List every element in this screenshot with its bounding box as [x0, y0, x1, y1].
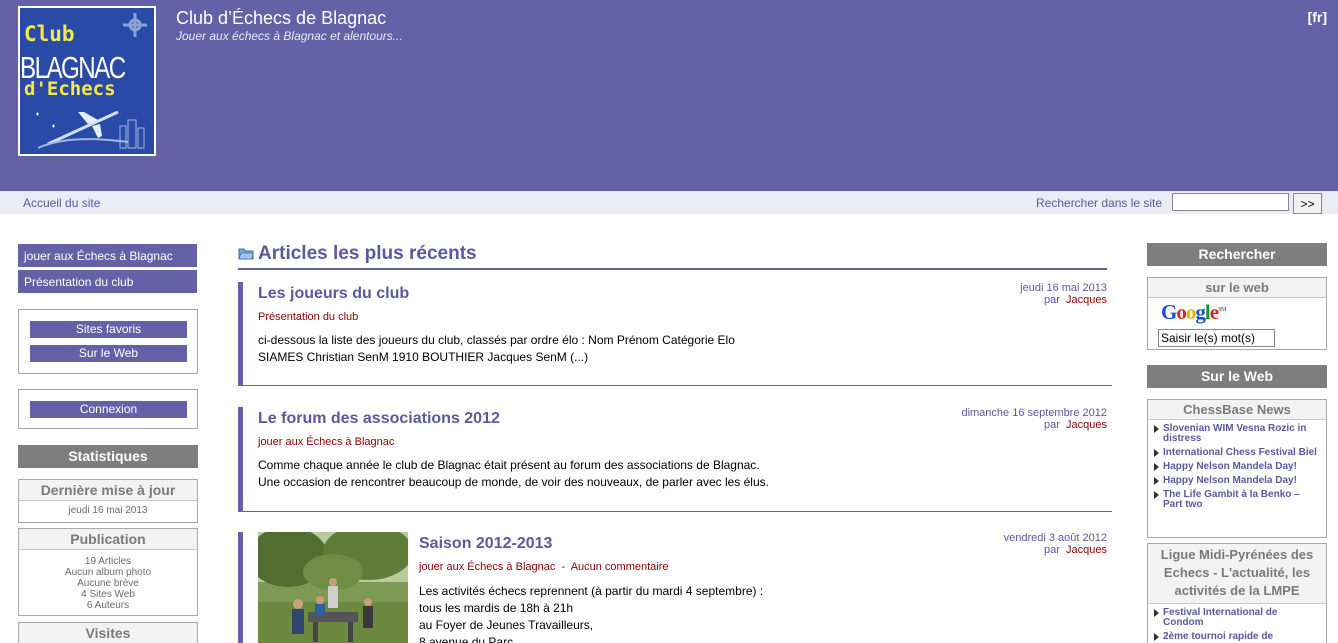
menu-item-jouer[interactable]: jouer aux Échecs à Blagnac [18, 244, 197, 267]
publication-box: Publication 19 Articles Aucun album phot… [18, 528, 198, 616]
site-title[interactable]: Club d’Échecs de Blagnac [176, 8, 386, 29]
club-logo[interactable]: Club BLAGNAC d'Echecs [18, 6, 156, 156]
lmpe-heading[interactable]: Ligue Midi-Pyrénées des Echecs - L'actua… [1148, 544, 1326, 604]
chessbase-heading[interactable]: ChessBase News [1148, 400, 1326, 420]
article-card: Le forum des associations 2012 dimanche … [238, 407, 1112, 512]
article-date: jeudi 16 mai 2013 [1020, 282, 1107, 294]
article-card: Saison 2012-2013 vendredi 3 août 2012 pa… [238, 532, 1107, 643]
article-par: par [1043, 294, 1060, 306]
airplane-illustration [36, 110, 145, 149]
news-item[interactable]: The Life Gambit à la Benko – Part two [1154, 490, 1320, 510]
article-author[interactable]: Jacques [1066, 544, 1107, 556]
nav-bar: Accueil du site Rechercher dans le site … [0, 191, 1338, 214]
last-update-date: jeudi 16 mai 2013 [68, 505, 148, 516]
news-item[interactable]: International Chess Festival Biel [1154, 448, 1320, 458]
stats-heading: Statistiques [18, 445, 198, 468]
occitan-cross-icon [123, 13, 147, 37]
rubric-separator: - [561, 561, 566, 573]
visits-box: Visites [18, 622, 198, 643]
language-link[interactable]: [fr] [1308, 9, 1327, 25]
google-search-input[interactable] [1158, 329, 1275, 347]
article-title[interactable]: Saison 2012-2013 [419, 535, 552, 553]
search-label: Rechercher dans le site [1036, 196, 1163, 210]
google-logo: GoogleTM [1161, 300, 1227, 324]
news-item[interactable]: Festival International de Condom [1154, 608, 1320, 628]
article-photo[interactable] [258, 532, 408, 643]
site-search-button[interactable]: >> [1293, 193, 1322, 214]
news-item[interactable]: Happy Nelson Mandela Day! [1154, 476, 1320, 486]
site-header: Club BLAGNAC d'Echecs Club d’Échecs de B… [0, 0, 1338, 191]
article-excerpt: Les activités échecs reprennent (à parti… [419, 584, 764, 643]
folder-icon [238, 248, 254, 260]
visits-heading: Visites [19, 623, 197, 643]
article-excerpt: Comme chaque année le club de Blagnac ét… [258, 458, 769, 489]
publication-stat: Aucune brève [77, 578, 139, 589]
article-card: Les joueurs du club jeudi 16 mai 2013 pa… [238, 282, 1112, 386]
article-rubric[interactable]: Présentation du club [258, 311, 358, 323]
article-rubric[interactable]: jouer aux Échecs à Blagnac [258, 436, 394, 448]
comments-link[interactable]: Aucun commentaire [571, 561, 669, 573]
main-title: Articles les plus récents [258, 243, 477, 264]
article-author[interactable]: Jacques [1066, 294, 1107, 306]
article-rubric-line: jouer aux Échecs à Blagnac - Aucun comme… [419, 561, 669, 573]
news-item[interactable]: Happy Nelson Mandela Day! [1154, 462, 1320, 472]
publication-heading: Publication [19, 529, 197, 550]
menu-item-presentation[interactable]: Présentation du club [18, 270, 197, 293]
site-search-input[interactable] [1172, 193, 1289, 211]
article-rule [238, 385, 1112, 386]
web-search-subheading: sur le web [1148, 278, 1326, 298]
chessbase-list: Slovenian WIM Vesna Rozic in distress In… [1148, 420, 1326, 510]
lmpe-list: Festival International de Condom 2ème to… [1148, 604, 1326, 642]
last-update-heading: Dernière mise à jour [19, 480, 197, 501]
article-meta: jeudi 16 mai 2013 par Jacques [1020, 282, 1107, 306]
search-heading: Rechercher [1147, 243, 1327, 266]
login-button[interactable]: Connexion [30, 401, 187, 418]
publication-stat: 6 Auteurs [86, 600, 130, 611]
lmpe-box: Ligue Midi-Pyrénées des Echecs - L'actua… [1147, 543, 1327, 643]
article-excerpt: ci-dessous la liste des joueurs du club,… [258, 333, 735, 364]
home-link[interactable]: Accueil du site [23, 196, 100, 210]
main-title-rule [238, 268, 1107, 270]
article-meta: dimanche 16 septembre 2012 par Jacques [961, 407, 1107, 431]
publication-stat: 4 Sites Web [81, 589, 135, 600]
article-date: vendredi 3 août 2012 [1003, 532, 1107, 544]
login-box: Connexion [18, 389, 198, 429]
article-date: dimanche 16 septembre 2012 [961, 407, 1107, 419]
links-box: Sites favoris Sur le Web [18, 309, 198, 374]
article-title[interactable]: Le forum des associations 2012 [258, 410, 500, 428]
news-item[interactable]: 2ème tournoi rapide de [1154, 632, 1320, 642]
article-rubric[interactable]: jouer aux Échecs à Blagnac [419, 561, 555, 573]
article-meta: vendredi 3 août 2012 par Jacques [1004, 532, 1107, 556]
article-author[interactable]: Jacques [1066, 419, 1107, 431]
article-rule [238, 511, 1112, 512]
publication-stat: 19 Articles [84, 556, 132, 567]
article-title[interactable]: Les joueurs du club [258, 285, 409, 303]
last-update-box: Dernière mise à jour jeudi 16 mai 2013 [18, 479, 198, 523]
sites-favoris-button[interactable]: Sites favoris [30, 321, 187, 338]
park-photo-illustration [258, 532, 408, 643]
sur-le-web-heading: Sur le Web [1147, 365, 1327, 388]
publication-stat: Aucun album photo [64, 567, 152, 578]
article-par: par [1043, 544, 1060, 556]
chessbase-box: ChessBase News Slovenian WIM Vesna Rozic… [1147, 399, 1327, 538]
sur-le-web-button[interactable]: Sur le Web [30, 345, 187, 362]
site-slogan: Jouer aux échecs à Blagnac et alentours.… [176, 29, 403, 43]
google-search-box: sur le web GoogleTM [1147, 277, 1327, 350]
article-par: par [1043, 419, 1060, 431]
news-item[interactable]: Slovenian WIM Vesna Rozic in distress [1154, 424, 1320, 444]
